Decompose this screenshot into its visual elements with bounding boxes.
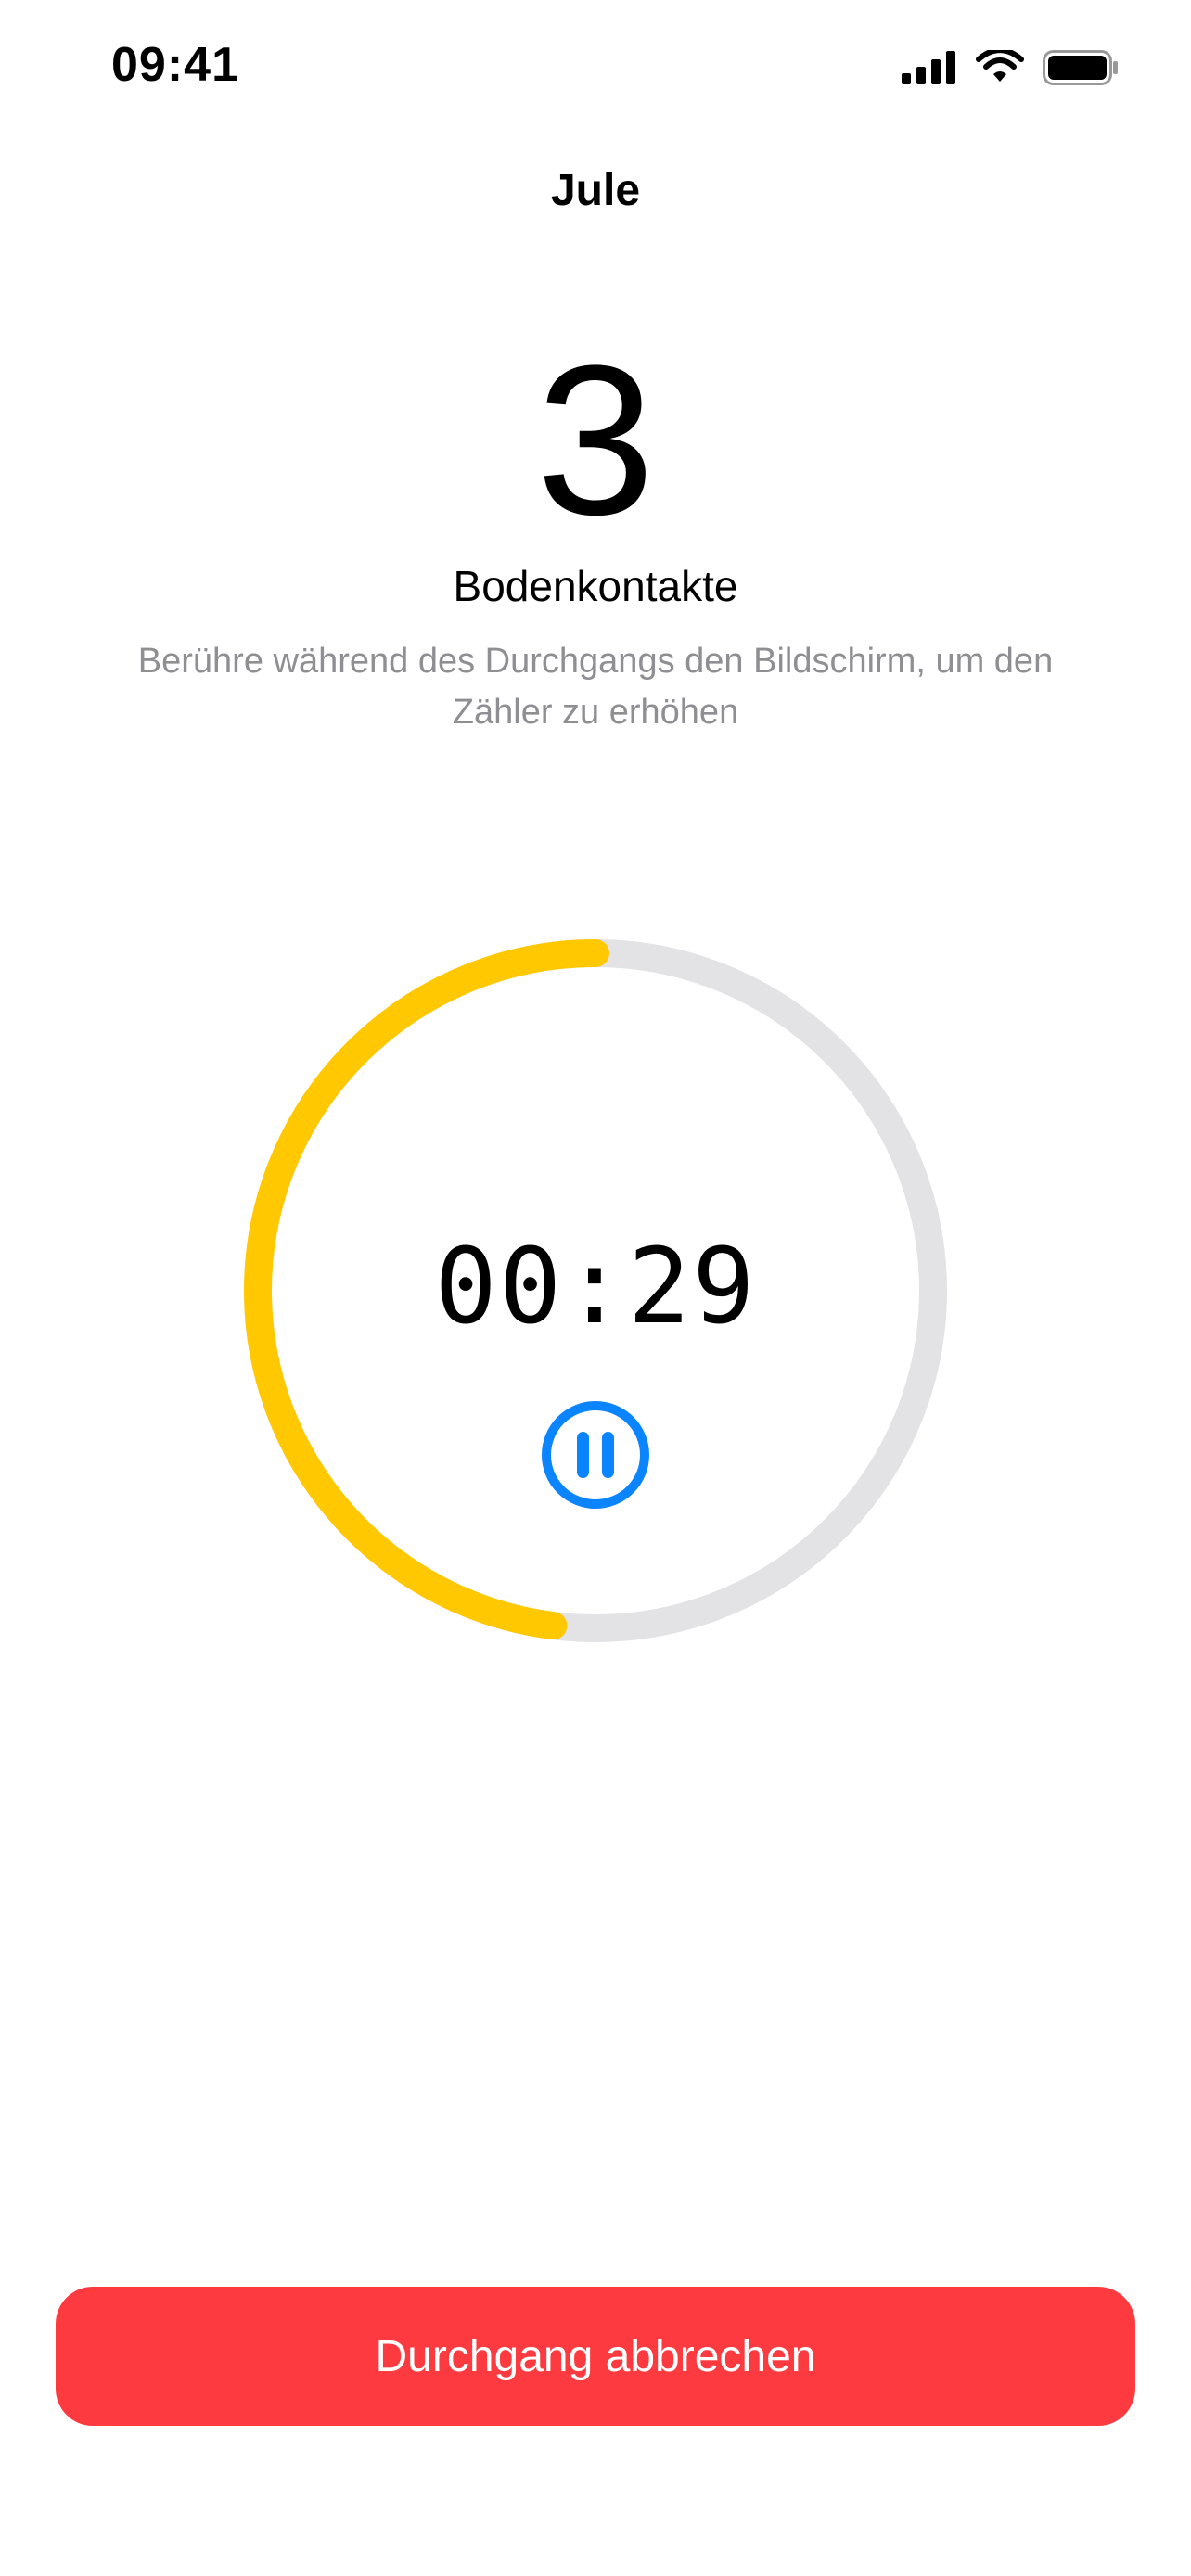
counter-hint-text: Berühre während des Durchgangs den Bilds… xyxy=(137,642,1054,732)
cancel-run-button[interactable]: Durchgang abbrechen xyxy=(56,2287,1135,2426)
pause-circle-icon xyxy=(542,1401,649,1509)
cellular-signal-icon xyxy=(902,51,957,84)
status-bar: 09:41 xyxy=(0,0,1191,139)
status-icons xyxy=(902,45,1119,91)
timer-display: 00:29 xyxy=(434,1227,757,1347)
pause-button[interactable] xyxy=(541,1400,650,1510)
ground-contact-count: 3 xyxy=(536,321,655,559)
battery-icon xyxy=(1043,50,1119,85)
status-time: 09:41 xyxy=(111,38,239,92)
ground-contact-label: Bodenkontakte xyxy=(453,562,738,610)
timer-ring: 00:29 xyxy=(244,939,947,1642)
page-title: Jule xyxy=(550,166,641,215)
wifi-icon xyxy=(976,50,1024,85)
